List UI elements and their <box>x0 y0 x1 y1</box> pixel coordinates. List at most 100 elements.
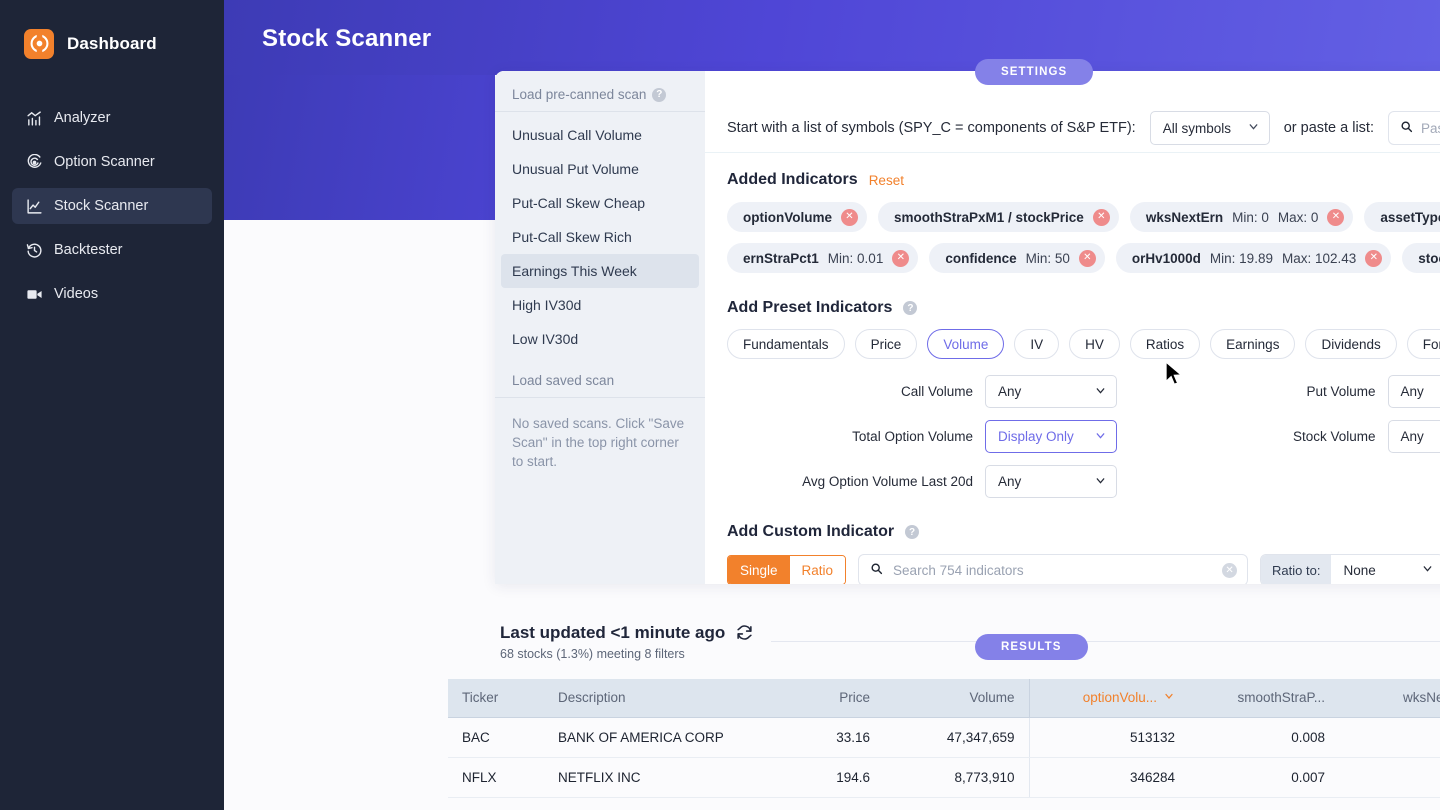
question-mark-icon[interactable]: ? <box>905 525 920 539</box>
table-row[interactable]: BAC BANK OF AMERICA CORP 33.16 47,347,65… <box>448 717 1440 758</box>
indicator-chip[interactable]: orHv1000d Min: 19.89 Max: 102.43 ✕ <box>1115 243 1392 273</box>
sidebar-item-backtester[interactable]: Backtester <box>12 232 212 268</box>
indicator-chip-name: ernStraPct1 <box>743 250 819 266</box>
scan-item-earnings-this-week[interactable]: Earnings This Week <box>501 254 699 288</box>
scan-item-unusual-call-volume[interactable]: Unusual Call Volume <box>495 118 705 152</box>
indicator-chip-name: stockPrice <box>1418 250 1440 266</box>
column-header-description[interactable]: Description <box>544 679 744 718</box>
stock-volume-select[interactable]: Any <box>1387 420 1440 453</box>
ratio-to-value: None <box>1343 562 1376 578</box>
avg-option-volume-select[interactable]: Any <box>985 465 1117 498</box>
cell-volume: 47,347,659 <box>884 717 1029 758</box>
total-option-volume-select[interactable]: Display Only <box>985 420 1117 453</box>
indicator-chip-name: orHv1000d <box>1131 250 1201 266</box>
call-volume-value: Any <box>998 384 1022 399</box>
indicator-chip[interactable]: smoothStraPxM1 / stockPrice ✕ <box>878 202 1119 232</box>
sidebar-item-label: Videos <box>54 286 99 302</box>
reset-indicators-link[interactable]: Reset <box>869 173 904 188</box>
header-gradient-extension <box>224 75 495 220</box>
scan-item-put-call-skew-rich[interactable]: Put-Call Skew Rich <box>495 220 705 254</box>
sidebar-item-stock-scanner[interactable]: Stock Scanner <box>12 188 212 224</box>
preset-pill-iv[interactable]: IV <box>1014 329 1060 359</box>
preset-pill-dividends[interactable]: Dividends <box>1305 329 1397 359</box>
divider <box>495 111 705 112</box>
indicator-chip-min: Min: 19.89 <box>1209 250 1273 266</box>
scan-item-put-call-skew-cheap[interactable]: Put-Call Skew Cheap <box>495 186 705 220</box>
sidebar-item-videos[interactable]: Videos <box>12 276 212 312</box>
preset-pill-fundamentals[interactable]: Fundamentals <box>727 329 845 359</box>
indicator-chip[interactable]: assetType Min: 0 Max: 3 ✕ <box>1364 202 1440 232</box>
filter-label: Stock Volume <box>1293 429 1376 444</box>
single-ratio-toggle[interactable]: Single Ratio <box>727 555 847 584</box>
preset-pill-volume[interactable]: Volume <box>927 329 1005 359</box>
column-header-ticker[interactable]: Ticker <box>448 679 544 718</box>
page-title: Stock Scanner <box>262 25 432 52</box>
settings-card: Load pre-canned scan ? Unusual Call Volu… <box>495 71 1440 584</box>
scan-item-low-iv30d[interactable]: Low IV30d <box>495 322 705 356</box>
column-header-option-volume[interactable]: optionVolu... <box>1028 679 1189 718</box>
custom-indicator-section: Add Custom Indicator ? Single Ratio Sear… <box>705 498 1440 584</box>
column-header-smooth-stra-px[interactable]: smoothStraP... <box>1189 679 1339 718</box>
close-circle-icon[interactable]: ✕ <box>841 208 858 226</box>
question-mark-icon[interactable]: ? <box>652 87 667 102</box>
results-table-body: BAC BANK OF AMERICA CORP 33.16 47,347,65… <box>448 717 1440 798</box>
indicator-search-input[interactable]: Search 754 indicators ✕ <box>858 554 1249 584</box>
close-circle-icon[interactable]: ✕ <box>1092 208 1110 226</box>
close-circle-icon[interactable]: ✕ <box>1365 249 1383 267</box>
indicator-chip-name: smoothStraPxM1 / stockPrice <box>894 209 1084 225</box>
cell-description: NETFLIX INC <box>544 757 744 798</box>
scan-item-unusual-put-volume[interactable]: Unusual Put Volume <box>495 152 705 186</box>
preset-pill-ratios[interactable]: Ratios <box>1129 329 1201 359</box>
close-circle-icon[interactable]: ✕ <box>1327 208 1345 226</box>
preset-pill-hv[interactable]: HV <box>1069 329 1120 359</box>
cell-description: BANK OF AMERICA CORP <box>544 717 744 758</box>
sidebar-item-option-scanner[interactable]: Option Scanner <box>12 144 212 180</box>
table-row[interactable]: NFLX NETFLIX INC 194.6 8,773,910 346284 … <box>448 757 1440 798</box>
close-circle-icon[interactable]: ✕ <box>1078 249 1096 267</box>
indicator-chip[interactable]: confidence Min: 50 ✕ <box>929 243 1105 273</box>
ratio-to-select[interactable]: None <box>1331 555 1440 584</box>
tab-results[interactable]: RESULTS <box>975 634 1088 660</box>
preset-pill-price[interactable]: Price <box>854 329 918 359</box>
custom-indicator-controls: Single Ratio Search 754 indicators ✕ Rat… <box>727 554 1440 584</box>
indicator-chip[interactable]: stockPrice Min: 25 ✕ <box>1402 243 1440 273</box>
clear-circle-icon[interactable]: ✕ <box>1222 562 1238 578</box>
put-volume-select[interactable]: Any <box>1387 375 1440 408</box>
column-header-price[interactable]: Price <box>744 679 884 718</box>
toggle-option-single[interactable]: Single <box>728 556 790 584</box>
call-volume-select[interactable]: Any <box>985 375 1117 408</box>
tab-settings[interactable]: SETTINGS <box>975 59 1094 85</box>
cell-price: 194.6 <box>744 757 884 798</box>
saved-scan-label: Load saved scan <box>512 373 615 388</box>
symbol-source-label: Start with a list of symbols (SPY_C = co… <box>727 120 1136 136</box>
refresh-icon[interactable] <box>736 624 753 641</box>
added-indicators-title: Added Indicators <box>727 171 858 188</box>
column-header-wks-next-ern[interactable]: wksNextErn <box>1339 679 1440 718</box>
question-mark-icon[interactable]: ? <box>903 301 918 315</box>
indicator-chip[interactable]: optionVolume ✕ <box>727 202 867 232</box>
cell-volume: 8,773,910 <box>884 757 1029 798</box>
paste-symbols-input[interactable]: Paste <box>1387 111 1440 145</box>
brand[interactable]: Dashboard <box>0 18 224 64</box>
scan-item-high-iv30d[interactable]: High IV30d <box>495 288 705 322</box>
close-circle-icon[interactable]: ✕ <box>892 249 910 267</box>
results-header-bar: Last updated <1 minute ago 68 stocks (1.… <box>495 608 1440 675</box>
indicator-search-placeholder: Search 754 indicators <box>893 562 1024 578</box>
results-summary: 68 stocks (1.3%) meeting 8 filters <box>500 646 685 661</box>
sidebar-item-label: Analyzer <box>54 110 111 126</box>
preset-pill-forecasts[interactable]: Forecasts <box>1406 329 1440 359</box>
sidebar-item-analyzer[interactable]: Analyzer <box>12 100 212 136</box>
symbol-list-select[interactable]: All symbols <box>1149 111 1270 145</box>
toggle-option-ratio[interactable]: Ratio <box>789 556 846 584</box>
column-header-volume[interactable]: Volume <box>884 679 1029 718</box>
indicator-chip-max: Max: 0 <box>1277 209 1319 225</box>
cell-ticker: BAC <box>448 717 544 758</box>
indicator-chip-name: optionVolume <box>743 209 832 225</box>
indicator-chip[interactable]: wksNextErn Min: 0 Max: 0 ✕ <box>1129 202 1354 232</box>
preset-pill-earnings[interactable]: Earnings <box>1210 329 1296 359</box>
cell-ticker: NFLX <box>448 757 544 798</box>
orbit-logo-icon <box>24 28 54 59</box>
cell-option-volume: 513132 <box>1028 717 1189 758</box>
cell-price: 33.16 <box>744 717 884 758</box>
indicator-chip[interactable]: ernStraPct1 Min: 0.01 ✕ <box>727 243 919 273</box>
